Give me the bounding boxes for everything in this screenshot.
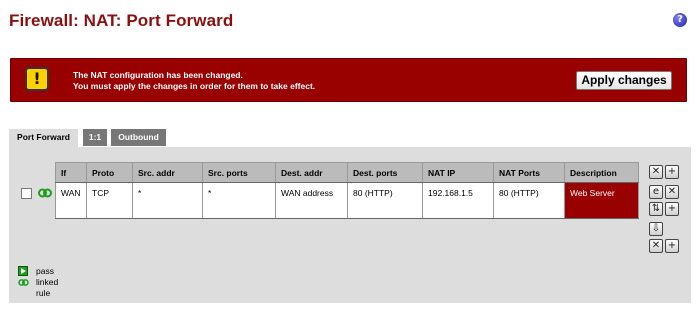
cell-dest-addr: WAN address — [275, 182, 348, 219]
warning-icon: ! — [25, 67, 49, 91]
col-header-nat-ports: NAT Ports — [493, 162, 565, 183]
cell-nat-ip: 192.168.1.5 — [422, 182, 494, 219]
page-title: Firewall: NAT: Port Forward — [9, 11, 234, 30]
cell-description: Web Server — [564, 182, 639, 219]
add-rule-bottom-icon[interactable]: + — [665, 239, 679, 253]
tab-outbound[interactable]: Outbound — [111, 129, 166, 146]
alert-message: The NAT configuration has been changed. … — [73, 70, 315, 92]
table-row[interactable]: WAN TCP * * WAN address 80 (HTTP) 192.16… — [55, 182, 639, 219]
cell-src-addr: * — [132, 182, 203, 219]
col-header-proto: Proto — [86, 162, 133, 183]
alert-line-1: The NAT configuration has been changed. — [73, 70, 243, 80]
col-header-dest-addr: Dest. addr — [275, 162, 348, 183]
add-rule-icon[interactable]: + — [665, 165, 679, 179]
alert-banner: ! The NAT configuration has been changed… — [10, 58, 687, 102]
linked-rule-icon — [38, 188, 52, 198]
legend-linked-rule-label: linked rule — [36, 277, 59, 298]
col-header-description: Description — [564, 162, 639, 183]
col-header-nat-ip: NAT IP — [422, 162, 494, 183]
move-rule-icon[interactable]: ⇅ — [649, 202, 663, 216]
table-header-row: If Proto Src. addr Src. ports Dest. addr… — [55, 162, 639, 183]
col-header-dest-ports: Dest. ports — [347, 162, 423, 183]
delete-selected-bottom-icon[interactable]: ✕ — [649, 239, 663, 253]
cell-dest-ports: 80 (HTTP) — [347, 182, 423, 219]
col-header-src-addr: Src. addr — [132, 162, 203, 183]
nat-rules-table: If Proto Src. addr Src. ports Dest. addr… — [55, 162, 639, 219]
linked-rule-legend-icon — [18, 279, 29, 286]
rule-select-checkbox[interactable] — [21, 188, 32, 199]
col-header-if: If — [55, 162, 87, 183]
tab-one-to-one[interactable]: 1:1 — [83, 129, 107, 146]
cell-if: WAN — [55, 182, 87, 219]
pass-icon — [18, 266, 28, 276]
cell-proto: TCP — [86, 182, 133, 219]
apply-changes-button[interactable]: Apply changes — [576, 71, 672, 90]
duplicate-rule-icon[interactable]: + — [665, 202, 679, 216]
alert-line-2: You must apply the changes in order for … — [73, 81, 316, 91]
rules-panel: If Proto Src. addr Src. ports Dest. addr… — [9, 147, 691, 303]
cell-nat-ports: 80 (HTTP) — [493, 182, 565, 219]
legend-pass-label: pass — [36, 266, 54, 276]
edit-rule-icon[interactable]: e — [649, 185, 663, 199]
move-to-end-icon[interactable]: ⇩ — [649, 222, 663, 236]
cell-src-ports: * — [202, 182, 276, 219]
delete-selected-icon[interactable]: ✕ — [649, 165, 663, 179]
col-header-src-ports: Src. ports — [202, 162, 276, 183]
tab-port-forward[interactable]: Port Forward — [9, 129, 78, 148]
delete-rule-icon[interactable]: ✕ — [665, 185, 679, 199]
help-icon[interactable]: ? — [673, 13, 687, 27]
